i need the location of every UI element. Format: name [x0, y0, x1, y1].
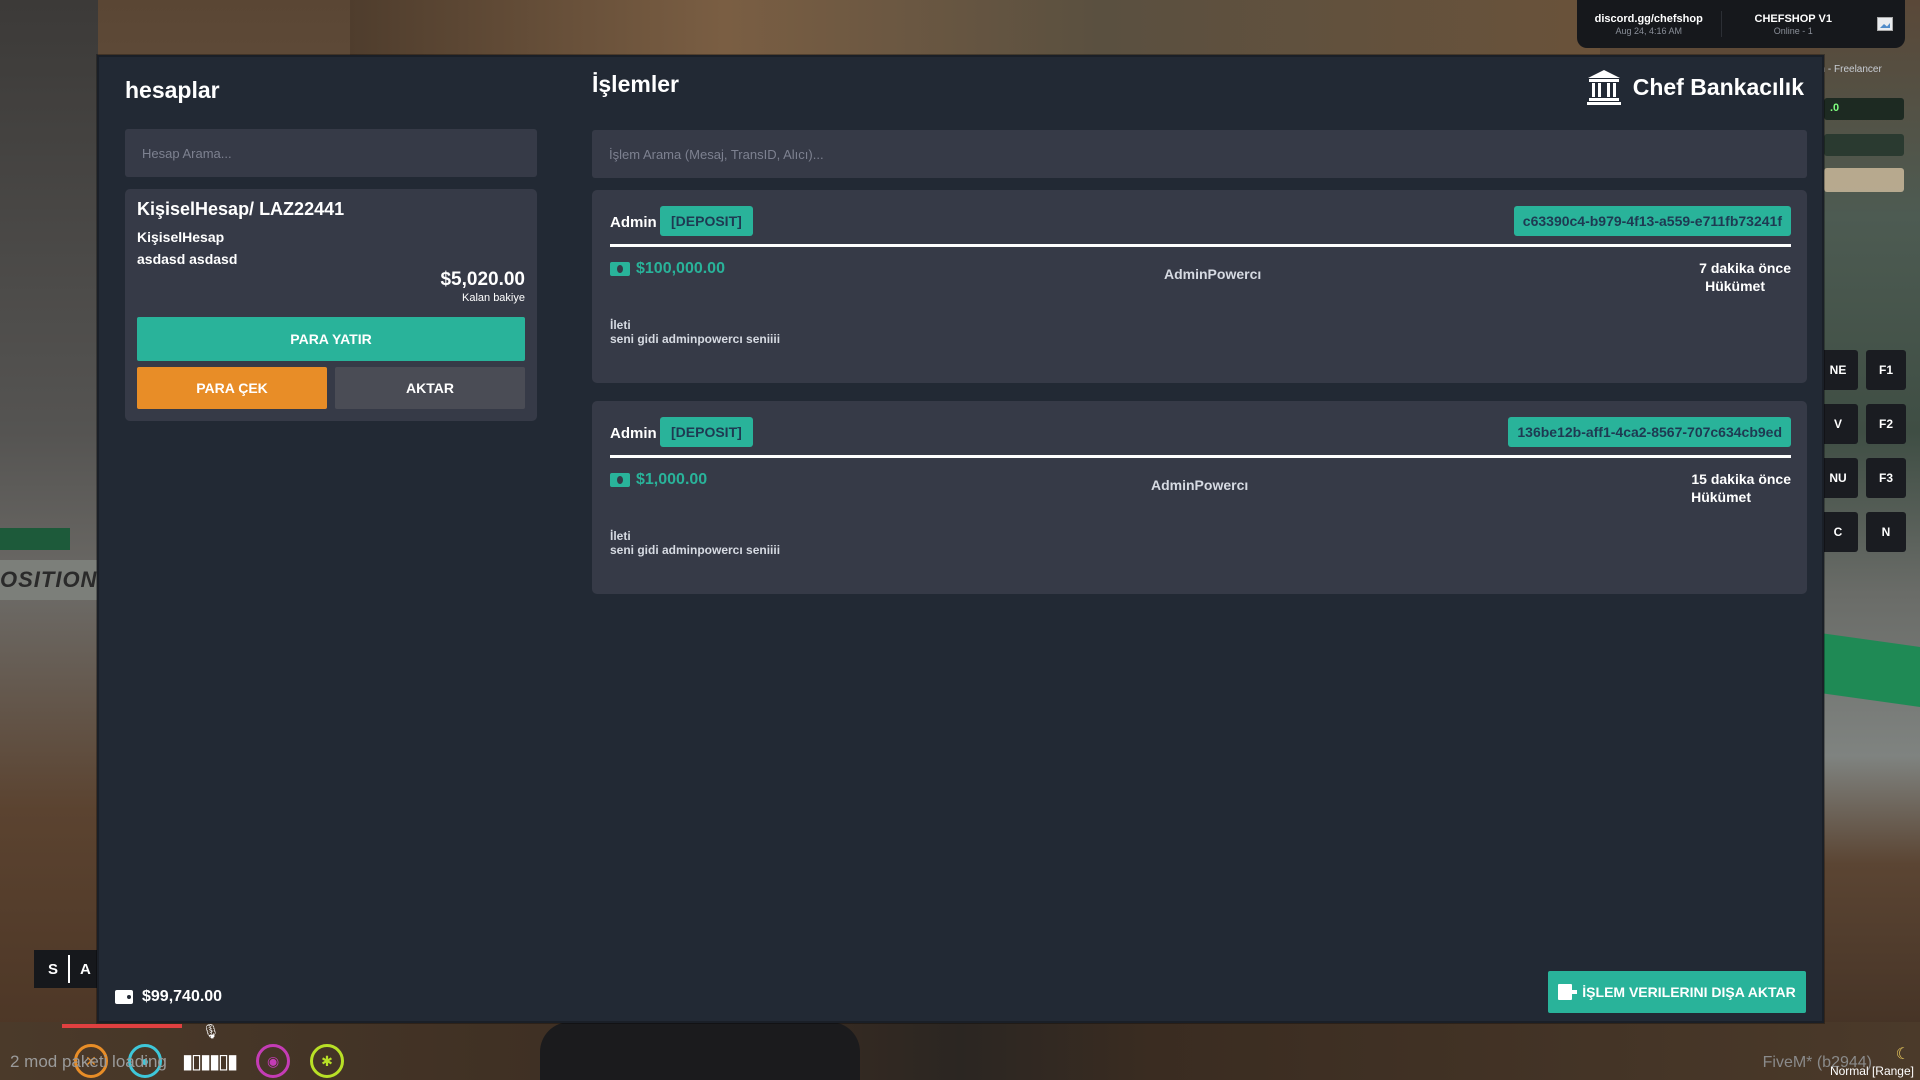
stamina-icon: ✱	[310, 1044, 345, 1078]
voice-level-icon: ▮▯▮▮▯▮	[182, 1050, 238, 1073]
transaction-message-label: İleti	[610, 318, 631, 332]
account-card[interactable]: KişiselHesap/ LAZ22441 KişiselHesap asda…	[125, 189, 537, 421]
job-label: an - Freelancer	[1814, 64, 1882, 75]
background-left-mat	[0, 528, 70, 550]
transaction-time: 15 dakika önce	[1691, 471, 1791, 487]
transaction-source: Hükümet	[1691, 489, 1751, 505]
keybind-label: V	[1818, 404, 1858, 444]
wallet-cash: $99,740.00	[115, 988, 222, 1006]
bank-icon	[1586, 70, 1621, 105]
bank-brand: Chef Bankacılık	[1586, 69, 1804, 105]
transaction-amount: $100,000.00	[636, 260, 725, 277]
transaction-card: Admin [DEPOSIT] c63390c4-b979-4f13-a559-…	[592, 190, 1807, 383]
gear-side-label: A	[80, 960, 91, 978]
account-search-input[interactable]	[125, 129, 537, 177]
keybind-key: N	[1866, 512, 1906, 552]
transaction-receiver: AdminPowercı	[1151, 477, 1249, 493]
server-name-cell: CHEFSHOP V1 Online - 1	[1720, 11, 1866, 37]
transaction-divider	[610, 455, 1791, 458]
server-logo	[1865, 17, 1905, 31]
transaction-issuer: Admin	[610, 425, 657, 442]
bank-panel: hesaplar KişiselHesap/ LAZ22441 KişiselH…	[97, 55, 1824, 1023]
keybind-label: NE	[1818, 350, 1858, 390]
accounts-title: hesaplar	[125, 77, 220, 103]
account-owner: asdasd asdasd	[137, 251, 238, 267]
file-export-icon	[1558, 984, 1578, 1000]
gear-value: S	[48, 960, 59, 978]
background-left-sign: OSITION C	[0, 560, 98, 600]
wallet-amount: $99,740.00	[142, 988, 223, 1005]
keybind-key: F1	[1866, 350, 1906, 390]
transaction-amount-row: $100,000.00	[610, 260, 725, 278]
transaction-message: seni gidi adminpowercı seniiii	[610, 332, 781, 346]
transaction-search-input[interactable]	[592, 130, 1807, 178]
server-discord: discord.gg/chefshop	[1594, 13, 1703, 25]
transactions-title: İşlemler	[592, 71, 679, 97]
transaction-id-badge[interactable]: 136be12b-aff1-4ca2-8567-707c634cb9ed	[1508, 417, 1791, 447]
transaction-type-badge: [DEPOSIT]	[660, 206, 753, 236]
voice-mode: Normal [Range]	[1829, 1064, 1914, 1078]
keybind-label: C	[1818, 512, 1858, 552]
health-bar	[62, 1024, 182, 1028]
gear-divider	[68, 955, 71, 983]
export-transactions-button[interactable]: İŞLEM VERILERINI DIŞA AKTAR	[1548, 971, 1806, 1013]
job-bar-secondary	[1824, 168, 1904, 192]
bank-name: Chef Bankacılık	[1632, 73, 1804, 100]
transaction-type-badge: [DEPOSIT]	[660, 417, 753, 447]
transaction-receiver: AdminPowercı	[1164, 266, 1262, 282]
player-character	[540, 1022, 860, 1080]
server-discord-cell: discord.gg/chefshop Aug 24, 4:16 AM	[1577, 11, 1721, 37]
transaction-source: Hükümet	[1705, 278, 1765, 294]
server-online: Online - 1	[1773, 26, 1813, 36]
transfer-button[interactable]: AKTAR	[335, 367, 525, 409]
stress-icon: ◉	[256, 1044, 291, 1078]
transaction-message: seni gidi adminpowercı seniiii	[610, 543, 781, 557]
image-placeholder-icon	[1877, 17, 1893, 31]
transaction-issuer: Admin	[610, 214, 657, 231]
keybind-key: F3	[1866, 458, 1906, 498]
transaction-time: 7 dakika önce	[1699, 260, 1791, 276]
money-bill-icon	[610, 262, 630, 276]
server-info-bar: discord.gg/chefshop Aug 24, 4:16 AM CHEF…	[1577, 0, 1905, 48]
moon-icon: ☾	[1895, 1046, 1910, 1063]
transaction-divider	[610, 244, 1791, 247]
deposit-button[interactable]: PARA YATIR	[137, 317, 525, 361]
keybind-key: F2	[1866, 404, 1906, 444]
account-balance-label: Kalan bakiye	[462, 292, 525, 304]
mods-status: 2 mod paketi loading	[10, 1052, 167, 1071]
export-label: İŞLEM VERILERINI DIŞA AKTAR	[1582, 984, 1796, 1000]
account-type: KişiselHesap	[137, 229, 225, 245]
server-datetime: Aug 24, 4:16 AM	[1615, 26, 1683, 36]
server-name: CHEFSHOP V1	[1754, 13, 1832, 25]
microphone-icon: 🎙	[202, 1023, 220, 1039]
account-name: KişiselHesap/ LAZ22441	[137, 199, 345, 219]
job-bar	[1824, 134, 1904, 156]
money-bill-icon	[610, 473, 630, 487]
withdraw-button[interactable]: PARA ÇEK	[137, 367, 327, 409]
transaction-message-label: İleti	[610, 529, 631, 543]
wallet-icon	[115, 990, 133, 1004]
keybind-label: NU	[1818, 458, 1858, 498]
job-money: .0	[1824, 98, 1904, 120]
transaction-amount: $1,000.00	[636, 471, 708, 488]
background-wood-beam	[350, 0, 1600, 56]
account-balance: $5,020.00	[440, 269, 525, 290]
transaction-card: Admin [DEPOSIT] 136be12b-aff1-4ca2-8567-…	[592, 401, 1807, 594]
transaction-amount-row: $1,000.00	[610, 471, 707, 489]
transaction-id-badge[interactable]: c63390c4-b979-4f13-a559-e711fb73241f	[1513, 206, 1791, 236]
